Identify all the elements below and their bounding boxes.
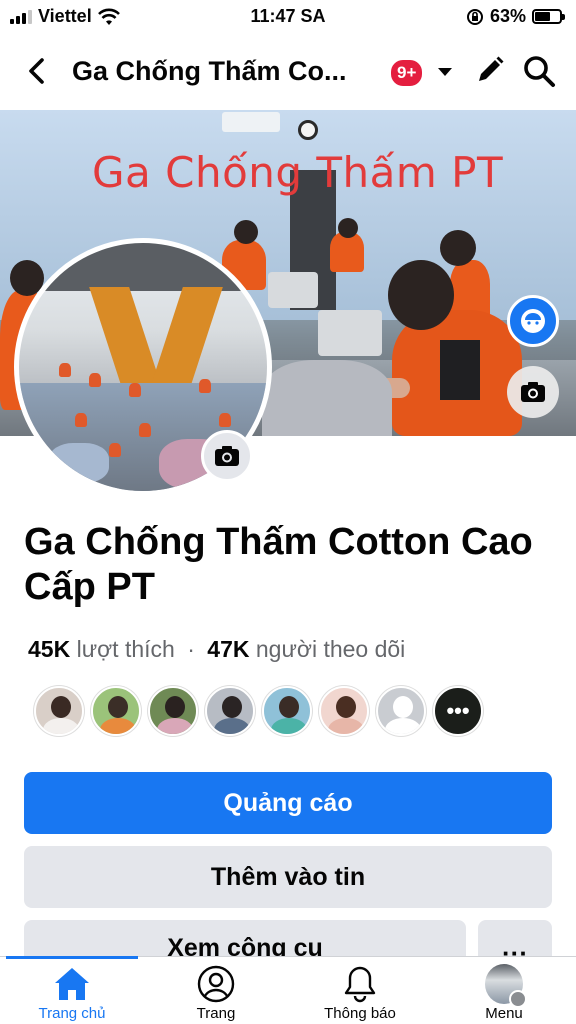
friend-avatar[interactable] (34, 686, 84, 736)
avatar-face-icon (521, 309, 545, 333)
orientation-lock-icon (466, 8, 483, 25)
profile-icon (197, 965, 235, 1003)
friend-avatars-row[interactable]: ••• (34, 686, 483, 736)
cover-worker-head (234, 220, 258, 244)
avatar-wall-stripe (147, 287, 223, 397)
followers-count[interactable]: 47K (207, 636, 249, 662)
battery-icon (532, 9, 565, 24)
camera-icon (521, 382, 545, 402)
avatar-person (109, 443, 121, 457)
avatar-person (199, 379, 211, 393)
bottom-tab-bar: Trang chủ Trang Thông báo Menu (0, 956, 576, 1024)
tab-notifications-label: Thông báo (324, 1005, 396, 1022)
friend-avatar[interactable] (376, 686, 426, 736)
header-title[interactable]: Ga Chống Thấm Co... (72, 56, 347, 87)
cover-worker-head (338, 218, 358, 238)
friend-avatar[interactable] (319, 686, 369, 736)
cover-worker (330, 232, 364, 272)
camera-icon (215, 446, 239, 466)
status-bar: Viettel 11:47 SA 63% (0, 0, 576, 34)
tab-page[interactable]: Trang (144, 957, 288, 1024)
cover-vent (222, 112, 280, 132)
avatar-person (129, 383, 141, 397)
cover-sign-text: Ga Chống Thấm PT (92, 148, 504, 197)
cover-sewing-machine (268, 272, 318, 308)
avatar-fabric-pile (49, 443, 109, 483)
friend-avatar[interactable] (205, 686, 255, 736)
add-to-story-button[interactable]: Thêm vào tin (24, 846, 552, 908)
followers-label[interactable]: người theo dõi (256, 636, 405, 662)
avatar-person (219, 413, 231, 427)
status-right: 63% (466, 6, 565, 27)
notification-badge[interactable]: 9+ (389, 58, 425, 88)
tab-home[interactable]: Trang chủ (0, 957, 144, 1024)
page-title: Ga Chống Thấm Cotton Cao Cấp PT (24, 521, 533, 608)
cover-camera-button[interactable] (507, 366, 559, 418)
friend-avatar[interactable] (262, 686, 312, 736)
avatar-person (75, 413, 87, 427)
bell-icon (341, 965, 379, 1003)
tab-notifications[interactable]: Thông báo (288, 957, 432, 1024)
avatar-switch-button[interactable] (507, 295, 559, 347)
avatar-menu-icon (485, 964, 527, 1008)
avatar-person (59, 363, 71, 377)
more-dots-icon: ••• (446, 698, 470, 723)
search-icon[interactable] (522, 54, 556, 88)
tab-menu[interactable]: Menu (432, 957, 576, 1024)
likes-label[interactable]: lượt thích (77, 636, 175, 662)
cover-fabric (262, 360, 392, 436)
page-header: Ga Chống Thấm Co... 9+ (0, 40, 576, 104)
avatar-person (139, 423, 151, 437)
avatar-person (89, 373, 101, 387)
cover-clock (298, 120, 318, 140)
cover-worker-shirt (440, 340, 480, 400)
likes-count[interactable]: 45K (28, 636, 70, 662)
tab-home-label: Trang chủ (38, 1005, 106, 1022)
chevron-down-icon[interactable] (434, 60, 456, 82)
cover-worker-head (388, 260, 454, 330)
more-friends-button[interactable]: ••• (433, 686, 483, 736)
cover-sewing-machine (318, 310, 382, 356)
advertise-button[interactable]: Quảng cáo (24, 772, 552, 834)
profile-camera-button[interactable] (201, 430, 253, 482)
stats-separator: · (187, 636, 195, 662)
home-icon (53, 965, 91, 1003)
back-arrow-icon[interactable] (22, 56, 52, 86)
page-stats: 45K lượt thích · 47K người theo dõi (28, 636, 405, 663)
avatar-ceiling (19, 243, 267, 291)
battery-percent: 63% (489, 6, 526, 26)
friend-avatar[interactable] (91, 686, 141, 736)
pencil-icon[interactable] (474, 54, 506, 86)
tab-page-label: Trang (196, 1005, 236, 1022)
cover-worker-head (440, 230, 476, 266)
friend-avatar[interactable] (148, 686, 198, 736)
